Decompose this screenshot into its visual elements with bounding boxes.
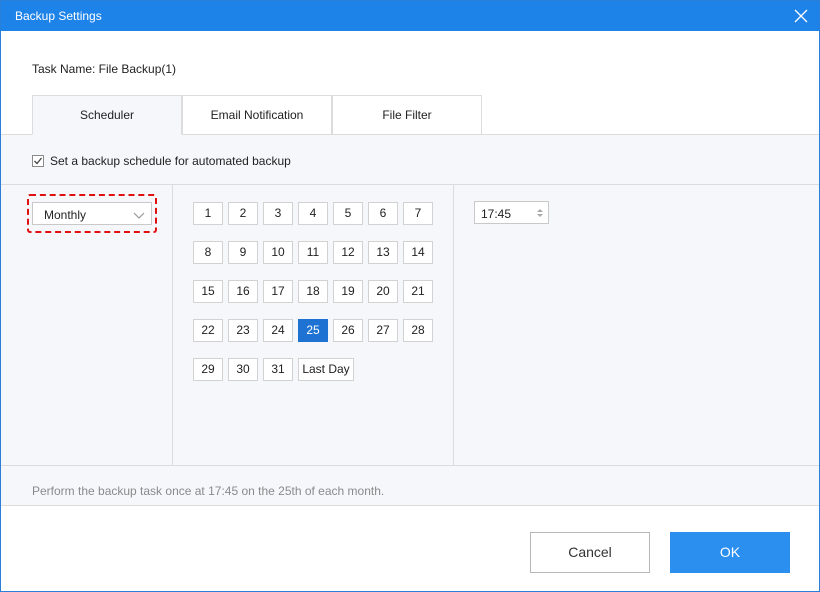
tab-email-notification[interactable]: Email Notification	[182, 95, 332, 135]
tab-file-filter[interactable]: File Filter	[332, 95, 482, 135]
tab-scheduler[interactable]: Scheduler	[32, 95, 182, 135]
day-25-button[interactable]: 25	[298, 319, 328, 342]
day-5-button[interactable]: 5	[333, 202, 363, 225]
day-2-button[interactable]: 2	[228, 202, 258, 225]
backup-settings-dialog: Backup Settings Task Name: File Backup(1…	[0, 0, 820, 592]
cancel-button[interactable]: Cancel	[530, 532, 650, 573]
day-8-button[interactable]: 8	[193, 241, 223, 264]
schedule-enable-row: Set a backup schedule for automated back…	[32, 153, 291, 169]
divider	[172, 185, 173, 465]
schedule-summary: Perform the backup task once at 17:45 on…	[32, 484, 385, 498]
day-7-button[interactable]: 7	[403, 202, 433, 225]
day-12-button[interactable]: 12	[333, 241, 363, 264]
ok-button[interactable]: OK	[670, 532, 790, 573]
day-10-button[interactable]: 10	[263, 241, 293, 264]
day-17-button[interactable]: 17	[263, 280, 293, 303]
frequency-value: Monthly	[44, 208, 87, 222]
day-28-button[interactable]: 28	[403, 319, 433, 342]
day-15-button[interactable]: 15	[193, 280, 223, 303]
last-day-button[interactable]: Last Day	[298, 358, 354, 381]
day-24-button[interactable]: 24	[263, 319, 293, 342]
window-title: Backup Settings	[15, 9, 102, 23]
day-23-button[interactable]: 23	[228, 319, 258, 342]
title-bar: Backup Settings	[1, 1, 819, 31]
divider	[1, 465, 819, 466]
scheduler-panel: Set a backup schedule for automated back…	[1, 135, 819, 506]
frequency-dropdown[interactable]: Monthly	[32, 202, 152, 225]
day-22-button[interactable]: 22	[193, 319, 223, 342]
day-20-button[interactable]: 20	[368, 280, 398, 303]
day-9-button[interactable]: 9	[228, 241, 258, 264]
day-27-button[interactable]: 27	[368, 319, 398, 342]
chevron-down-icon	[133, 209, 145, 223]
time-value: 17:45	[481, 207, 512, 221]
day-11-button[interactable]: 11	[298, 241, 328, 264]
day-1-button[interactable]: 1	[193, 202, 223, 225]
day-18-button[interactable]: 18	[298, 280, 328, 303]
day-31-button[interactable]: 31	[263, 358, 293, 381]
day-29-button[interactable]: 29	[193, 358, 223, 381]
close-icon[interactable]	[789, 4, 813, 28]
day-14-button[interactable]: 14	[403, 241, 433, 264]
day-16-button[interactable]: 16	[228, 280, 258, 303]
divider	[1, 184, 819, 185]
day-4-button[interactable]: 4	[298, 202, 328, 225]
schedule-enable-checkbox[interactable]	[32, 155, 44, 167]
day-13-button[interactable]: 13	[368, 241, 398, 264]
divider	[453, 185, 454, 465]
task-name-label: Task Name: File Backup(1)	[32, 62, 177, 76]
day-21-button[interactable]: 21	[403, 280, 433, 303]
day-3-button[interactable]: 3	[263, 202, 293, 225]
day-6-button[interactable]: 6	[368, 202, 398, 225]
time-input[interactable]: 17:45	[474, 201, 549, 224]
schedule-enable-label: Set a backup schedule for automated back…	[50, 154, 291, 168]
spinner-icon[interactable]	[536, 207, 544, 222]
day-26-button[interactable]: 26	[333, 319, 363, 342]
day-19-button[interactable]: 19	[333, 280, 363, 303]
day-30-button[interactable]: 30	[228, 358, 258, 381]
